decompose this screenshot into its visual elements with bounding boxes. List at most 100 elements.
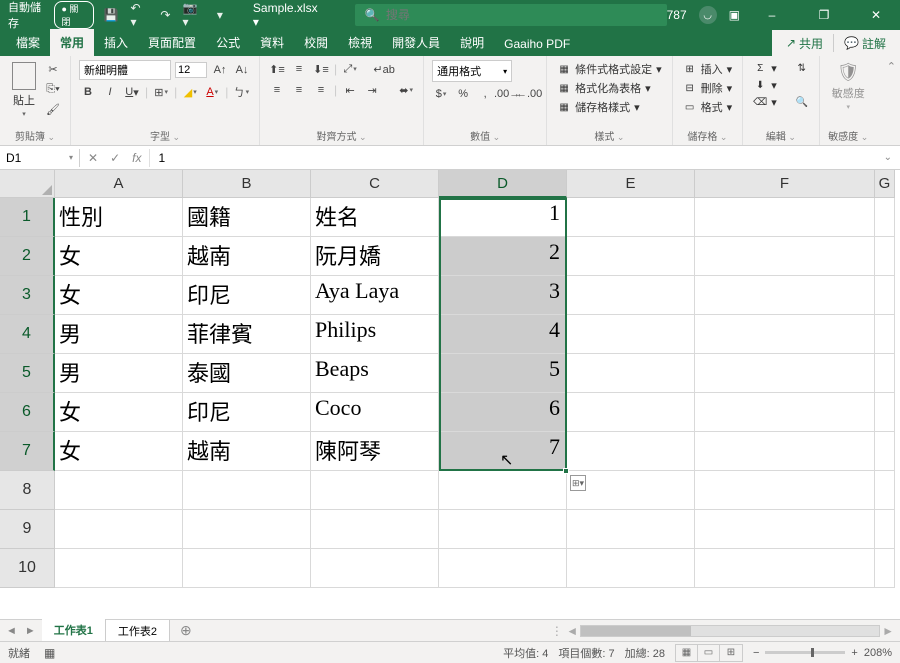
- cell[interactable]: Beaps: [311, 354, 439, 393]
- cell[interactable]: [695, 393, 875, 432]
- decrease-decimal-icon[interactable]: ←.00: [520, 85, 538, 103]
- tab-data[interactable]: 資料: [250, 29, 294, 56]
- expand-formula-icon[interactable]: ⌄: [876, 150, 900, 165]
- col-header-A[interactable]: A: [55, 170, 183, 198]
- align-bottom-icon[interactable]: ⬇≡: [312, 60, 330, 78]
- copy-icon[interactable]: ⎘▾: [44, 80, 62, 98]
- cell[interactable]: [567, 393, 695, 432]
- cell[interactable]: 陳阿琴: [311, 432, 439, 471]
- ribbon-display-icon[interactable]: ▣: [729, 8, 740, 22]
- cell[interactable]: [439, 549, 567, 588]
- cell[interactable]: [439, 510, 567, 549]
- col-header-F[interactable]: F: [695, 170, 875, 198]
- row-header[interactable]: 7: [0, 432, 55, 471]
- cell[interactable]: [695, 315, 875, 354]
- cell[interactable]: 4: [439, 315, 567, 354]
- row-header[interactable]: 9: [0, 510, 55, 549]
- comments-button[interactable]: 💬 註解: [836, 32, 894, 55]
- search-box[interactable]: 🔍: [355, 4, 667, 26]
- close-button[interactable]: ✕: [856, 0, 896, 30]
- formula-input[interactable]: 1: [150, 149, 875, 167]
- fill-button[interactable]: ⬇▾: [751, 77, 779, 93]
- cell[interactable]: 越南: [183, 432, 311, 471]
- cell[interactable]: 女: [55, 393, 183, 432]
- redo-icon[interactable]: ↷: [160, 8, 170, 22]
- cell[interactable]: [695, 510, 875, 549]
- restore-button[interactable]: ❐: [804, 0, 844, 30]
- align-right-icon[interactable]: ≡: [312, 81, 330, 99]
- cell[interactable]: [567, 471, 695, 510]
- cell[interactable]: 女: [55, 276, 183, 315]
- cell[interactable]: [695, 471, 875, 510]
- tab-view[interactable]: 檢視: [338, 29, 382, 56]
- cell[interactable]: [875, 393, 895, 432]
- cell[interactable]: [311, 510, 439, 549]
- format-painter-icon[interactable]: 🖌: [44, 100, 62, 118]
- cell[interactable]: 泰國: [183, 354, 311, 393]
- cell[interactable]: [567, 198, 695, 237]
- cell[interactable]: [875, 432, 895, 471]
- wrap-text-icon[interactable]: ↵ab: [375, 60, 393, 78]
- tab-formulas[interactable]: 公式: [206, 29, 250, 56]
- save-icon[interactable]: 💾: [104, 8, 119, 22]
- cell[interactable]: 越南: [183, 237, 311, 276]
- font-color-icon[interactable]: A: [203, 83, 221, 101]
- cell[interactable]: 阮月嬌: [311, 237, 439, 276]
- currency-icon[interactable]: $: [432, 85, 450, 103]
- camera-icon[interactable]: 📷 ▾: [182, 1, 204, 29]
- cell[interactable]: [183, 549, 311, 588]
- autosum-button[interactable]: Σ▾ ⇅: [751, 60, 811, 76]
- tab-insert[interactable]: 插入: [94, 29, 138, 56]
- cell[interactable]: [567, 276, 695, 315]
- format-cells-button[interactable]: ▭格式 ▾: [681, 98, 735, 116]
- cell[interactable]: [875, 237, 895, 276]
- tab-layout[interactable]: 頁面配置: [138, 29, 206, 56]
- zoom-out-button[interactable]: −: [753, 647, 759, 659]
- border-icon[interactable]: ⊞: [152, 83, 170, 101]
- cell[interactable]: 6: [439, 393, 567, 432]
- cell[interactable]: [567, 315, 695, 354]
- cell[interactable]: [875, 510, 895, 549]
- cell[interactable]: [567, 510, 695, 549]
- cell[interactable]: [567, 549, 695, 588]
- cell[interactable]: [875, 198, 895, 237]
- tab-review[interactable]: 校閱: [294, 29, 338, 56]
- cell[interactable]: [55, 471, 183, 510]
- font-name-select[interactable]: 新細明體: [79, 60, 171, 80]
- cell[interactable]: Aya Laya: [311, 276, 439, 315]
- comma-icon[interactable]: ,: [476, 85, 494, 103]
- tab-nav-next-icon[interactable]: ►: [25, 625, 36, 637]
- cell[interactable]: [439, 471, 567, 510]
- sheet-tab-2[interactable]: 工作表2: [106, 620, 170, 642]
- share-button[interactable]: ↗ 共用: [778, 32, 831, 55]
- row-header[interactable]: 2: [0, 237, 55, 276]
- merge-icon[interactable]: ⬌: [397, 81, 415, 99]
- indent-increase-icon[interactable]: ⇥: [363, 81, 381, 99]
- autosave-toggle[interactable]: 自動儲存 ● 關閉: [8, 0, 94, 31]
- collapse-ribbon-icon[interactable]: ⌃: [883, 56, 900, 145]
- tab-developer[interactable]: 開發人員: [382, 29, 450, 56]
- cell[interactable]: [311, 471, 439, 510]
- cell[interactable]: 女: [55, 237, 183, 276]
- cell[interactable]: 印尼: [183, 393, 311, 432]
- view-page-icon[interactable]: ▭: [698, 645, 720, 661]
- cell[interactable]: 印尼: [183, 276, 311, 315]
- align-left-icon[interactable]: ≡: [268, 81, 286, 99]
- zoom-in-button[interactable]: +: [851, 647, 857, 659]
- view-normal-icon[interactable]: ▦: [676, 645, 698, 661]
- col-header-E[interactable]: E: [567, 170, 695, 198]
- cell[interactable]: 5: [439, 354, 567, 393]
- cell[interactable]: [875, 276, 895, 315]
- tab-help[interactable]: 說明: [450, 29, 494, 56]
- qat-customize-icon[interactable]: ▾: [217, 8, 223, 22]
- horizontal-scrollbar[interactable]: [580, 625, 880, 637]
- cell[interactable]: 菲律賓: [183, 315, 311, 354]
- cell[interactable]: [695, 432, 875, 471]
- percent-icon[interactable]: %: [454, 85, 472, 103]
- tab-gaaiho[interactable]: Gaaiho PDF: [494, 32, 580, 56]
- cell[interactable]: [567, 354, 695, 393]
- align-top-icon[interactable]: ⬆≡: [268, 60, 286, 78]
- row-header[interactable]: 6: [0, 393, 55, 432]
- delete-cells-button[interactable]: ⊟刪除 ▾: [681, 79, 735, 97]
- col-header-D[interactable]: D: [439, 170, 567, 198]
